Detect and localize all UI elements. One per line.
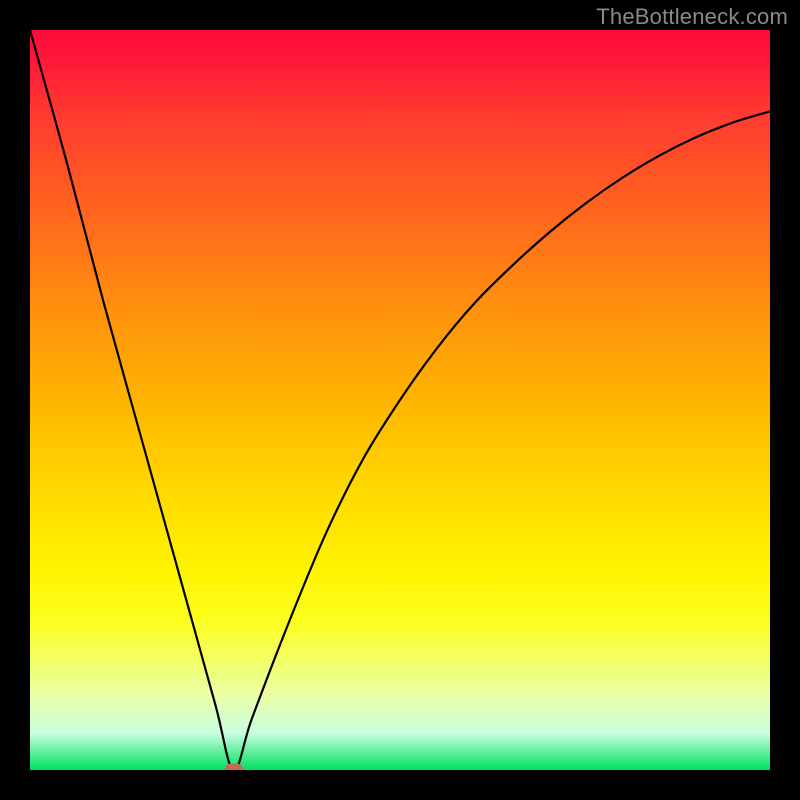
watermark-text: TheBottleneck.com — [596, 4, 788, 30]
chart-frame: TheBottleneck.com — [0, 0, 800, 800]
plot-area — [30, 30, 770, 770]
bottleneck-curve — [30, 30, 770, 770]
optimal-point-marker — [225, 764, 243, 771]
